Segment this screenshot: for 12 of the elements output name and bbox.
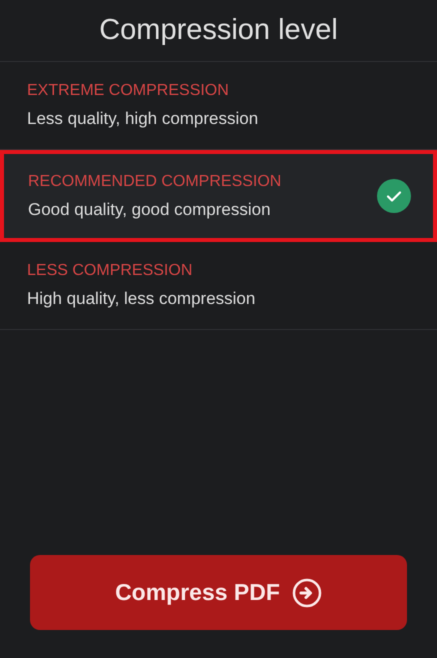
panel-title: Compression level: [99, 12, 338, 48]
compression-option[interactable]: LESS COMPRESSION High quality, less compression: [0, 242, 437, 330]
option-label: LESS COMPRESSION: [27, 261, 194, 282]
option-description: Less quality, high compression: [27, 108, 258, 130]
option-description: High quality, less compression: [27, 288, 256, 310]
compression-option[interactable]: RECOMMENDED COMPRESSION Good quality, good compression: [0, 150, 437, 242]
compress-button[interactable]: Compress PDF: [30, 555, 407, 630]
option-label: EXTREME COMPRESSION: [27, 81, 230, 102]
option-description: Good quality, good compression: [28, 198, 272, 221]
option-label: RECOMMENDED COMPRESSION: [28, 172, 282, 192]
arrow-circle-icon: [292, 578, 322, 608]
check-icon: [377, 179, 411, 213]
